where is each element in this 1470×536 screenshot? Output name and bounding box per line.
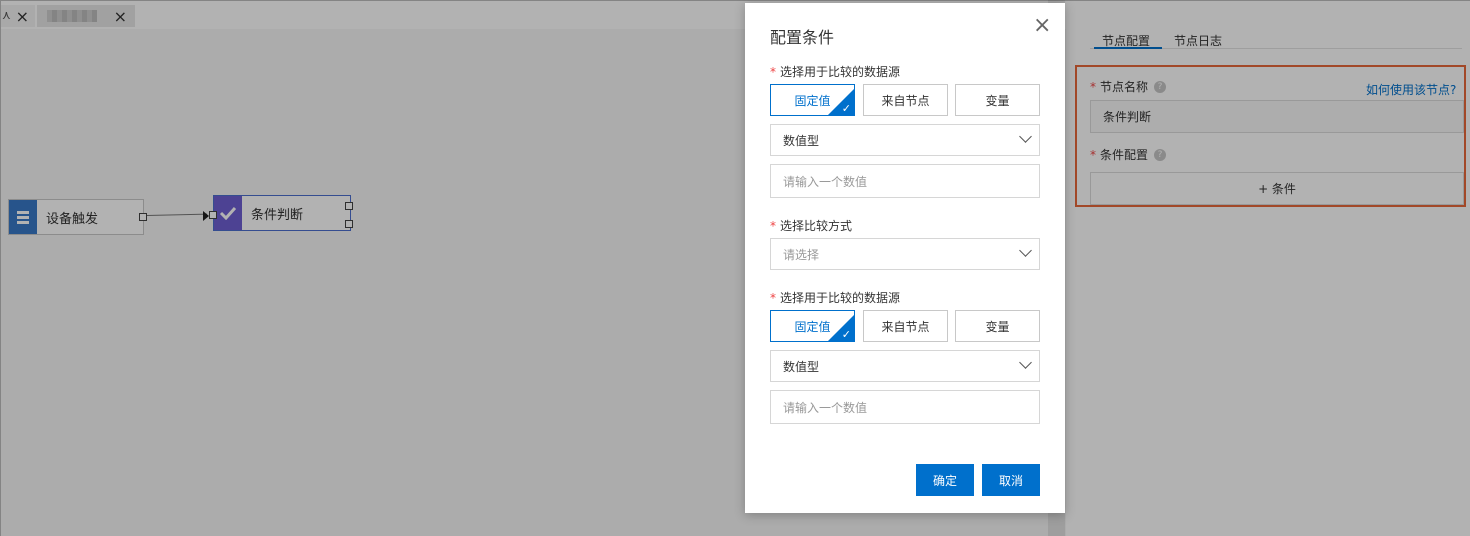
cancel-button[interactable]: 取消 bbox=[982, 464, 1040, 496]
chevron-down-icon bbox=[1019, 244, 1032, 257]
source1-type-select[interactable]: 数值型 bbox=[770, 124, 1040, 156]
required-mark: * bbox=[770, 65, 776, 79]
option-fixed-value[interactable]: 固定值 ✓ bbox=[770, 310, 855, 342]
option-from-node[interactable]: 来自节点 bbox=[863, 310, 948, 342]
source2-label: * 选择用于比较的数据源 bbox=[770, 289, 900, 306]
select-value: 数值型 bbox=[783, 359, 820, 374]
source2-value-input[interactable]: 请输入一个数值 bbox=[770, 390, 1040, 424]
source1-label: * 选择用于比较的数据源 bbox=[770, 63, 900, 80]
source1-value-input[interactable]: 请输入一个数值 bbox=[770, 164, 1040, 198]
compare-select[interactable]: 请选择 bbox=[770, 238, 1040, 270]
option-variable[interactable]: 变量 bbox=[955, 310, 1040, 342]
select-value: 数值型 bbox=[783, 133, 820, 148]
source2-type-select[interactable]: 数值型 bbox=[770, 350, 1040, 382]
source1-segmented: 固定值 ✓ 来自节点 变量 bbox=[770, 84, 1040, 116]
source2-segmented: 固定值 ✓ 来自节点 变量 bbox=[770, 310, 1040, 342]
dialog-title: 配置条件 bbox=[770, 28, 835, 47]
required-mark: * bbox=[770, 291, 776, 305]
compare-label-text: 选择比较方式 bbox=[780, 219, 853, 233]
source1-label-text: 选择用于比较的数据源 bbox=[780, 65, 901, 79]
modal-overlay[interactable] bbox=[0, 0, 1470, 536]
option-variable[interactable]: 变量 bbox=[955, 84, 1040, 116]
checkmark-icon: ✓ bbox=[841, 102, 851, 115]
chevron-down-icon bbox=[1019, 130, 1032, 143]
option-label: 固定值 bbox=[794, 93, 831, 108]
checkmark-icon: ✓ bbox=[841, 328, 851, 341]
close-icon[interactable]: × bbox=[1033, 15, 1051, 37]
source2-label-text: 选择用于比较的数据源 bbox=[780, 291, 901, 305]
option-fixed-value[interactable]: 固定值 ✓ bbox=[770, 84, 855, 116]
chevron-down-icon bbox=[1019, 356, 1032, 369]
configure-condition-dialog: 配置条件 × * 选择用于比较的数据源 固定值 ✓ 来自节点 变量 数值型 请输入… bbox=[745, 3, 1065, 513]
required-mark: * bbox=[770, 219, 776, 233]
select-placeholder: 请选择 bbox=[783, 247, 820, 262]
option-from-node[interactable]: 来自节点 bbox=[863, 84, 948, 116]
compare-label: * 选择比较方式 bbox=[770, 217, 852, 234]
option-label: 固定值 bbox=[794, 319, 831, 334]
confirm-button[interactable]: 确定 bbox=[916, 464, 974, 496]
